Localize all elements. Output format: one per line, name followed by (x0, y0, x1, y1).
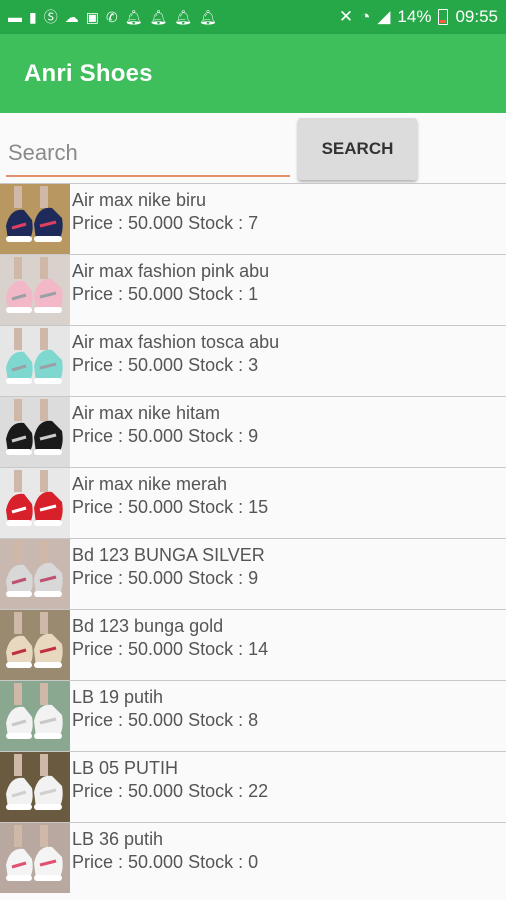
battery-icon (438, 9, 449, 25)
product-name: LB 19 putih (72, 687, 164, 707)
product-name: Air max fashion pink abu (72, 261, 270, 281)
product-list: Air max nike biru Price : 50.000 Stock : … (0, 183, 506, 893)
product-image (0, 752, 70, 822)
product-price-stock: Price : 50.000 Stock : 14 (72, 639, 269, 659)
battery-percent: 14% (397, 7, 432, 26)
list-item[interactable]: LB 05 PUTIH Price : 50.000 Stock : 22 (0, 751, 506, 822)
product-price-stock: Price : 50.000 Stock : 9 (72, 568, 259, 588)
clock: 09:55 (455, 7, 498, 26)
status-bar: ▬ ▮ Ⓢ ☁ ▣ ✆ 🔔︎ 🔔︎ 🔔︎ 🔔︎ ✕ ◔ ◢ 14% 09:55 (0, 0, 506, 34)
bell-icon: 🔔︎ (149, 9, 168, 25)
product-price-stock: Price : 50.000 Stock : 8 (72, 710, 259, 730)
product-price-stock: Price : 50.000 Stock : 7 (72, 213, 259, 233)
skype-icon: Ⓢ (43, 9, 58, 25)
cloud-icon: ☁ (64, 9, 79, 25)
list-item[interactable]: LB 36 putih Price : 50.000 Stock : 0 (0, 822, 506, 893)
product-price-stock: Price : 50.000 Stock : 1 (72, 284, 259, 304)
product-image (0, 326, 70, 396)
product-price-stock: Price : 50.000 Stock : 9 (72, 426, 259, 446)
product-name: Air max fashion tosca abu (72, 332, 280, 352)
list-item[interactable]: Bd 123 bunga gold Price : 50.000 Stock : … (0, 609, 506, 680)
message-icon: ▬ (8, 9, 22, 25)
app-title: Anri Shoes (24, 60, 153, 87)
search-button[interactable]: SEARCH (298, 118, 417, 180)
product-price-stock: Price : 50.000 Stock : 15 (72, 497, 269, 517)
list-item[interactable]: Air max nike biru Price : 50.000 Stock : … (0, 183, 506, 254)
signal-icon: ◢ (377, 7, 391, 26)
product-image (0, 397, 70, 467)
product-name: Air max nike hitam (72, 403, 221, 423)
image-icon: ▣ (85, 9, 99, 25)
product-image (0, 468, 70, 538)
product-name: Air max nike biru (72, 190, 207, 210)
list-item[interactable]: Air max nike merah Price : 50.000 Stock :… (0, 467, 506, 538)
search-row: SEARCH (0, 113, 506, 183)
bell-icon: 🔔︎ (124, 9, 143, 25)
product-image (0, 184, 70, 254)
list-item[interactable]: Air max nike hitam Price : 50.000 Stock :… (0, 396, 506, 467)
mute-icon: ✕ (338, 7, 354, 26)
product-image (0, 255, 70, 325)
bell-icon: 🔔︎ (199, 9, 217, 25)
product-name: LB 36 putih (72, 829, 164, 849)
list-item[interactable]: LB 19 putih Price : 50.000 Stock : 8 (0, 680, 506, 751)
product-price-stock: Price : 50.000 Stock : 22 (72, 781, 269, 801)
list-item[interactable]: Air max fashion pink abu Price : 50.000 S… (0, 254, 506, 325)
product-name: LB 05 PUTIH (72, 758, 179, 778)
status-system-icons: ✕ ◔ ◢ 14% 09:55 (339, 7, 498, 27)
wifi-icon: ◔ (360, 7, 371, 26)
search-input[interactable] (6, 131, 290, 177)
product-name: Bd 123 bunga gold (72, 616, 224, 636)
product-name: Air max nike merah (72, 474, 228, 494)
app-bar: Anri Shoes (0, 34, 506, 113)
product-image (0, 610, 70, 680)
product-price-stock: Price : 50.000 Stock : 3 (72, 355, 259, 375)
list-item[interactable]: Bd 123 BUNGA SILVER Price : 50.000 Stock … (0, 538, 506, 609)
sim-icon: ▮ (29, 9, 37, 25)
whatsapp-icon: ✆ (105, 9, 118, 25)
bell-icon: 🔔︎ (174, 9, 193, 25)
product-image (0, 681, 70, 751)
product-image (0, 823, 70, 893)
status-notification-icons: ▬ ▮ Ⓢ ☁ ▣ ✆ 🔔︎ 🔔︎ 🔔︎ 🔔︎ (8, 10, 217, 24)
product-image (0, 539, 70, 609)
product-name: Bd 123 BUNGA SILVER (72, 545, 265, 565)
product-price-stock: Price : 50.000 Stock : 0 (72, 852, 259, 872)
list-item[interactable]: Air max fashion tosca abu Price : 50.000 … (0, 325, 506, 396)
